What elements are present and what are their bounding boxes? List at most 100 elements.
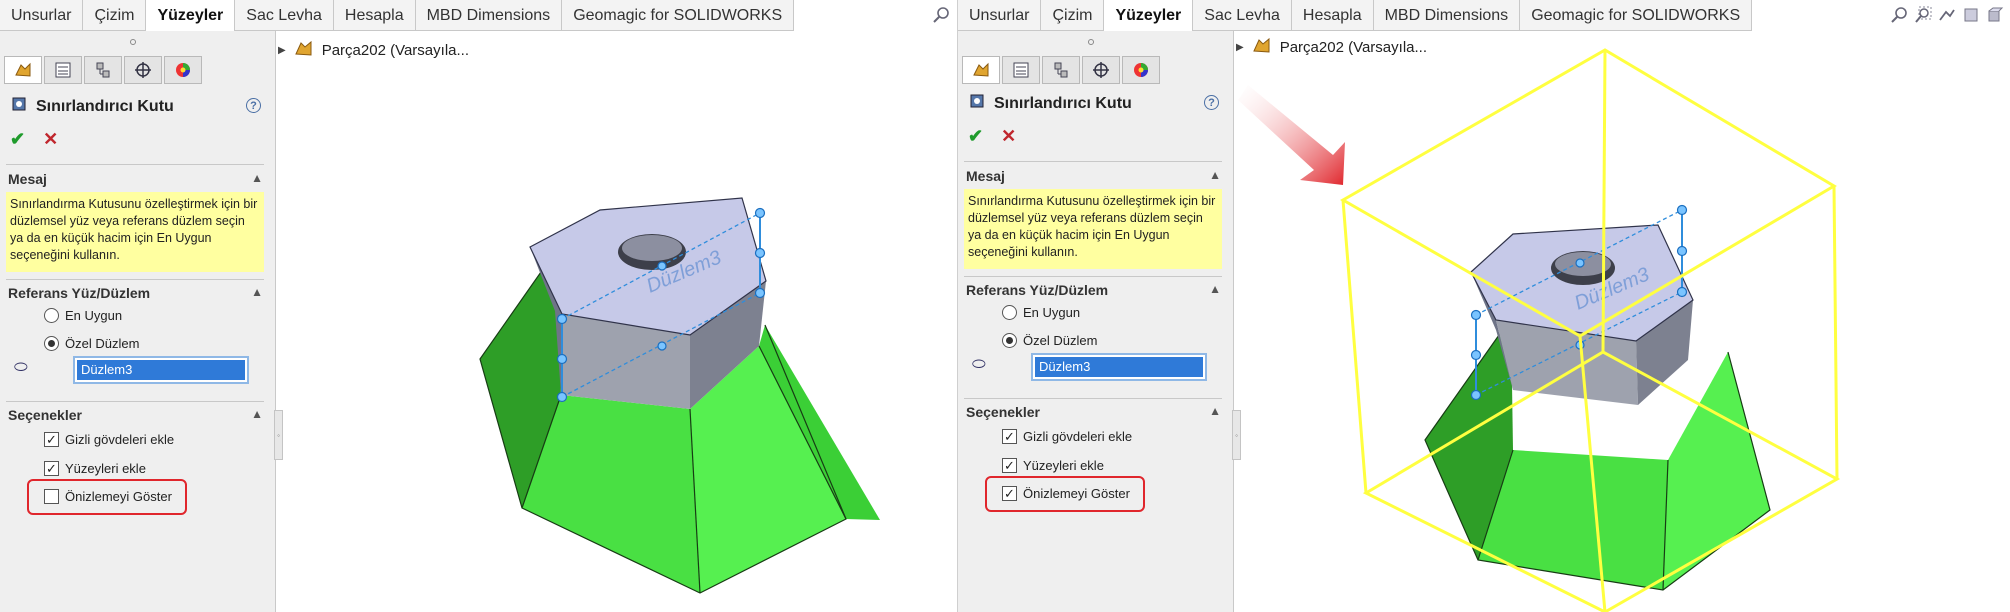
checkbox-include-surfaces[interactable]: ✓ Yüzeyleri ekle xyxy=(1002,458,1104,473)
collapse-icon[interactable]: ▲ xyxy=(251,171,263,187)
checkbox-include-hidden[interactable]: ✓ Gizli gövdeleri ekle xyxy=(44,432,174,447)
section-view-icon[interactable] xyxy=(1962,6,1980,24)
collapse-icon[interactable]: ▲ xyxy=(251,407,263,423)
message-text: Sınırlandırma Kutusunu özelleştirmek içi… xyxy=(6,192,264,272)
manager-tabs xyxy=(962,56,1160,84)
green-right-face[interactable] xyxy=(1663,352,1770,590)
checkbox-include-surfaces-label: Yüzeyleri ekle xyxy=(65,461,146,476)
collapse-icon[interactable]: ▲ xyxy=(1209,168,1221,184)
options-title: Seçenekler xyxy=(966,404,1040,420)
highlight-box xyxy=(985,476,1145,512)
tab-mbd-dimensions[interactable]: MBD Dimensions xyxy=(416,0,563,31)
divider xyxy=(6,279,264,280)
checkbox-box[interactable]: ✓ xyxy=(1002,429,1017,444)
checkbox-include-hidden[interactable]: ✓ Gizli gövdeleri ekle xyxy=(1002,429,1132,444)
zoom-icon[interactable] xyxy=(1890,6,1908,24)
feature-title: Sınırlandırıcı Kutu xyxy=(968,92,1132,115)
message-section-header[interactable]: Mesaj ▲ xyxy=(8,171,263,187)
property-manager-tab[interactable] xyxy=(44,56,82,84)
property-manager-tab[interactable] xyxy=(1002,56,1040,84)
feature-title-label: Sınırlandırıcı Kutu xyxy=(994,94,1132,112)
radio-button[interactable] xyxy=(1002,333,1017,348)
configuration-manager-tab[interactable] xyxy=(1042,56,1080,84)
message-section-header[interactable]: Mesaj ▲ xyxy=(966,168,1221,184)
feature-title: Sınırlandırıcı Kutu xyxy=(10,95,174,118)
checkbox-box[interactable]: ✓ xyxy=(1002,458,1017,473)
property-manager: Sınırlandırıcı Kutu ? ✔ ✕ Mesaj ▲ Sınırla… xyxy=(958,31,1234,612)
radio-best-fit[interactable]: En Uygun xyxy=(44,308,122,323)
radio-button[interactable] xyxy=(44,308,59,323)
help-icon[interactable]: ? xyxy=(1204,95,1219,110)
collapse-icon[interactable]: ▲ xyxy=(1209,282,1221,298)
checkbox-include-surfaces[interactable]: ✓ Yüzeyleri ekle xyxy=(44,461,146,476)
feature-manager-tab[interactable] xyxy=(4,56,42,84)
selected-reference[interactable]: Düzlem3 xyxy=(1035,357,1203,377)
dimxpert-tab[interactable] xyxy=(124,56,162,84)
dimxpert-tab[interactable] xyxy=(1082,56,1120,84)
checkbox-box[interactable]: ✓ xyxy=(44,432,59,447)
tab-unsurlar[interactable]: Unsurlar xyxy=(958,0,1042,31)
radio-button[interactable] xyxy=(44,336,59,351)
panel-grip[interactable] xyxy=(130,39,136,45)
configuration-manager-tab[interactable] xyxy=(84,56,122,84)
divider xyxy=(6,401,264,402)
tab-geomagic[interactable]: Geomagic for SOLIDWORKS xyxy=(562,0,795,31)
radio-best-fit[interactable]: En Uygun xyxy=(1002,305,1080,320)
tab-sac-levha[interactable]: Sac Levha xyxy=(1193,0,1292,31)
right-screenshot: Unsurlar Çizim Yüzeyler Sac Levha Hesapl… xyxy=(958,0,2010,612)
panel-grip[interactable] xyxy=(1088,39,1094,45)
cancel-button[interactable]: ✕ xyxy=(43,129,58,150)
options-section-header[interactable]: Seçenekler ▲ xyxy=(8,407,263,423)
tab-yuzeyler[interactable]: Yüzeyler xyxy=(1104,0,1194,31)
help-icon[interactable]: ? xyxy=(246,98,261,113)
graphics-area[interactable]: Düzlem3 xyxy=(1238,30,2010,612)
reference-selection-box[interactable]: Düzlem3 xyxy=(73,356,249,384)
previous-view-icon[interactable] xyxy=(1938,6,1956,24)
checkbox-box[interactable]: ✓ xyxy=(44,461,59,476)
message-title: Mesaj xyxy=(966,168,1005,184)
radio-custom-plane[interactable]: Özel Düzlem xyxy=(44,336,139,351)
tab-yuzeyler[interactable]: Yüzeyler xyxy=(146,0,236,31)
selected-reference[interactable]: Düzlem3 xyxy=(77,360,245,380)
hole-inner xyxy=(622,235,682,261)
ok-cancel-bar: ✔ ✕ xyxy=(10,129,58,150)
plane-select-icon: ⬭ xyxy=(14,359,28,376)
radio-custom-plane[interactable]: Özel Düzlem xyxy=(1002,333,1097,348)
command-manager-tabs: Unsurlar Çizim Yüzeyler Sac Levha Hesapl… xyxy=(958,0,1753,31)
radio-best-fit-label: En Uygun xyxy=(65,308,123,323)
divider xyxy=(6,164,264,165)
zoom-icon[interactable] xyxy=(932,6,950,24)
bounding-box-icon xyxy=(10,95,28,118)
radio-custom-plane-label: Özel Düzlem xyxy=(65,336,140,351)
options-section-header[interactable]: Seçenekler ▲ xyxy=(966,404,1221,420)
reference-selection-box[interactable]: Düzlem3 xyxy=(1031,353,1207,381)
ok-button[interactable]: ✔ xyxy=(10,129,25,150)
tab-unsurlar[interactable]: Unsurlar xyxy=(0,0,84,31)
ok-button[interactable]: ✔ xyxy=(968,126,983,147)
display-manager-tab[interactable] xyxy=(164,56,202,84)
message-text: Sınırlandırma Kutusunu özelleştirmek içi… xyxy=(964,189,1222,269)
display-manager-tab[interactable] xyxy=(1122,56,1160,84)
pointer-arrow xyxy=(1238,85,1345,185)
tab-mbd-dimensions[interactable]: MBD Dimensions xyxy=(1374,0,1521,31)
left-screenshot: Unsurlar Çizim Yüzeyler Sac Levha Hesapl… xyxy=(0,0,957,612)
command-manager-tabs: Unsurlar Çizim Yüzeyler Sac Levha Hesapl… xyxy=(0,0,795,31)
zoom-area-icon[interactable] xyxy=(1914,6,1932,24)
radio-button[interactable] xyxy=(1002,305,1017,320)
graphics-area[interactable]: Düzlem3 xyxy=(280,35,957,612)
collapse-icon[interactable]: ▲ xyxy=(1209,404,1221,420)
tab-hesapla[interactable]: Hesapla xyxy=(1292,0,1374,31)
view-orientation-icon[interactable] xyxy=(1986,6,2004,24)
reference-section-header[interactable]: Referans Yüz/Düzlem ▲ xyxy=(8,285,263,301)
tab-cizim[interactable]: Çizim xyxy=(83,0,147,31)
cancel-button[interactable]: ✕ xyxy=(1001,126,1016,147)
reference-section-header[interactable]: Referans Yüz/Düzlem ▲ xyxy=(966,282,1221,298)
tab-sac-levha[interactable]: Sac Levha xyxy=(235,0,334,31)
reference-title: Referans Yüz/Düzlem xyxy=(8,285,151,301)
tab-geomagic[interactable]: Geomagic for SOLIDWORKS xyxy=(1520,0,1753,31)
feature-manager-tab[interactable] xyxy=(962,56,1000,84)
tab-cizim[interactable]: Çizim xyxy=(1041,0,1105,31)
ok-cancel-bar: ✔ ✕ xyxy=(968,126,1016,147)
tab-hesapla[interactable]: Hesapla xyxy=(334,0,416,31)
collapse-icon[interactable]: ▲ xyxy=(251,285,263,301)
